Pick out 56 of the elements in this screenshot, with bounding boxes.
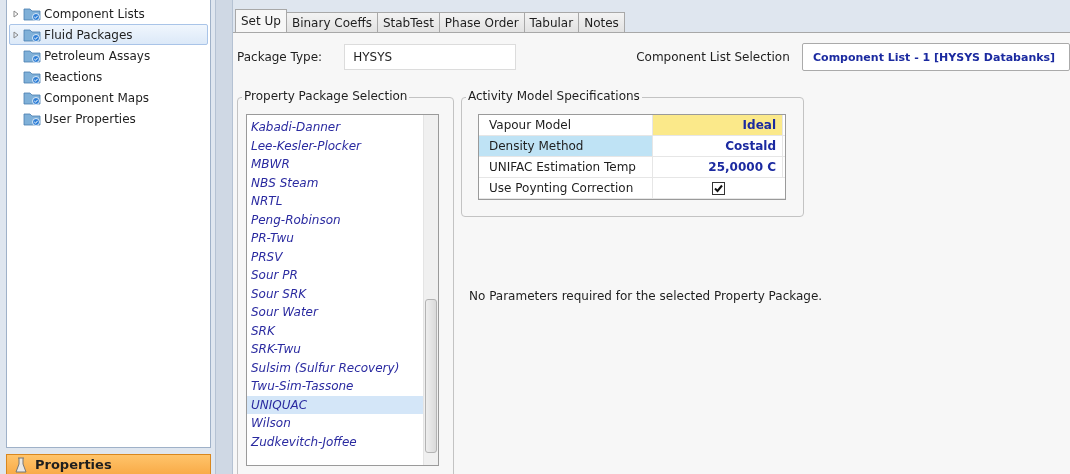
list-item[interactable]: Peng-Robinson <box>247 210 423 229</box>
list-item[interactable]: Sour SRK <box>247 284 423 303</box>
table-cell: Density Method <box>479 136 653 156</box>
component-list-label: Component List Selection <box>636 50 790 64</box>
expand-arrow-icon[interactable] <box>12 30 20 39</box>
list-item[interactable]: PR-Twu <box>247 229 423 248</box>
table-cell[interactable]: Costald <box>653 136 783 156</box>
folder-icon <box>23 69 41 84</box>
tree-item[interactable]: Component Lists <box>9 3 208 24</box>
list-item[interactable]: Sulsim (Sulfur Recovery) <box>247 358 423 377</box>
list-item[interactable]: UNIQUAC <box>247 395 423 414</box>
tab[interactable]: Tabular <box>523 12 580 32</box>
tab[interactable]: StabTest <box>376 12 440 32</box>
tree-item[interactable]: Reactions <box>9 66 208 87</box>
table-cell: Use Poynting Correction <box>479 178 653 198</box>
list-item[interactable]: Sour PR <box>247 266 423 285</box>
list-item[interactable]: Lee-Kesler-Plocker <box>247 136 423 155</box>
list-item[interactable]: SRK-Twu <box>247 340 423 359</box>
group-title: Activity Model Specifications <box>466 89 642 103</box>
tab[interactable]: Phase Order <box>438 12 525 32</box>
info-message: No Parameters required for the selected Property Package. <box>469 289 823 303</box>
table-cell[interactable]: 25,0000 C <box>653 157 783 177</box>
tree-item[interactable]: Fluid Packages <box>9 24 208 45</box>
folder-icon <box>23 90 41 105</box>
property-package-list[interactable]: Kabadi-Danner Lee-Kesler-Plocker MBWR NBS Steam NRTL Peng-Robinson PR-Twu PRSV Sour PR Sour SRK Sour Water SRK SRK-Twu Sulsim (Sulfur Recovery) Twu-Sim-Tassone UNIQUAC Wilson Zudkevitch-Joffee <box>246 114 439 466</box>
tab[interactable]: Notes <box>578 12 625 32</box>
tree-item[interactable]: Component Maps <box>9 87 208 108</box>
tab[interactable]: Binary Coeffs <box>285 12 378 32</box>
folder-icon <box>23 6 41 21</box>
properties-button[interactable]: Properties <box>6 454 211 474</box>
list-item[interactable]: PRSV <box>247 247 423 266</box>
tab[interactable]: Set Up <box>235 9 287 32</box>
folder-icon <box>23 27 41 42</box>
list-item[interactable]: Zudkevitch-Joffee <box>247 432 423 451</box>
package-type-label: Package Type: <box>237 50 323 64</box>
list-item[interactable]: NRTL <box>247 192 423 211</box>
table-cell[interactable]: Ideal <box>653 115 783 135</box>
list-item[interactable]: Wilson <box>247 414 423 433</box>
tree-item[interactable]: User Properties <box>9 108 208 129</box>
list-item[interactable]: Kabadi-Danner <box>247 118 423 137</box>
checkbox[interactable] <box>711 181 725 195</box>
list-item[interactable]: Twu-Sim-Tassone <box>247 377 423 396</box>
list-item[interactable]: SRK <box>247 321 423 340</box>
list-item[interactable]: Sour Water <box>247 303 423 322</box>
group-title: Property Package Selection <box>242 89 410 103</box>
folder-icon <box>23 48 41 63</box>
list-item[interactable]: NBS Steam <box>247 173 423 192</box>
component-list-dropdown[interactable]: Component List - 1 [HYSYS Databanks] <box>802 43 1070 71</box>
expand-arrow-icon[interactable] <box>12 9 20 18</box>
tree-item[interactable]: Petroleum Assays <box>9 45 208 66</box>
table-cell: UNIFAC Estimation Temp <box>479 157 653 177</box>
scrollbar[interactable] <box>423 115 438 465</box>
list-item[interactable]: MBWR <box>247 155 423 174</box>
folder-icon <box>23 111 41 126</box>
package-type-field[interactable]: HYSYS <box>344 44 517 70</box>
flask-icon <box>15 457 27 473</box>
